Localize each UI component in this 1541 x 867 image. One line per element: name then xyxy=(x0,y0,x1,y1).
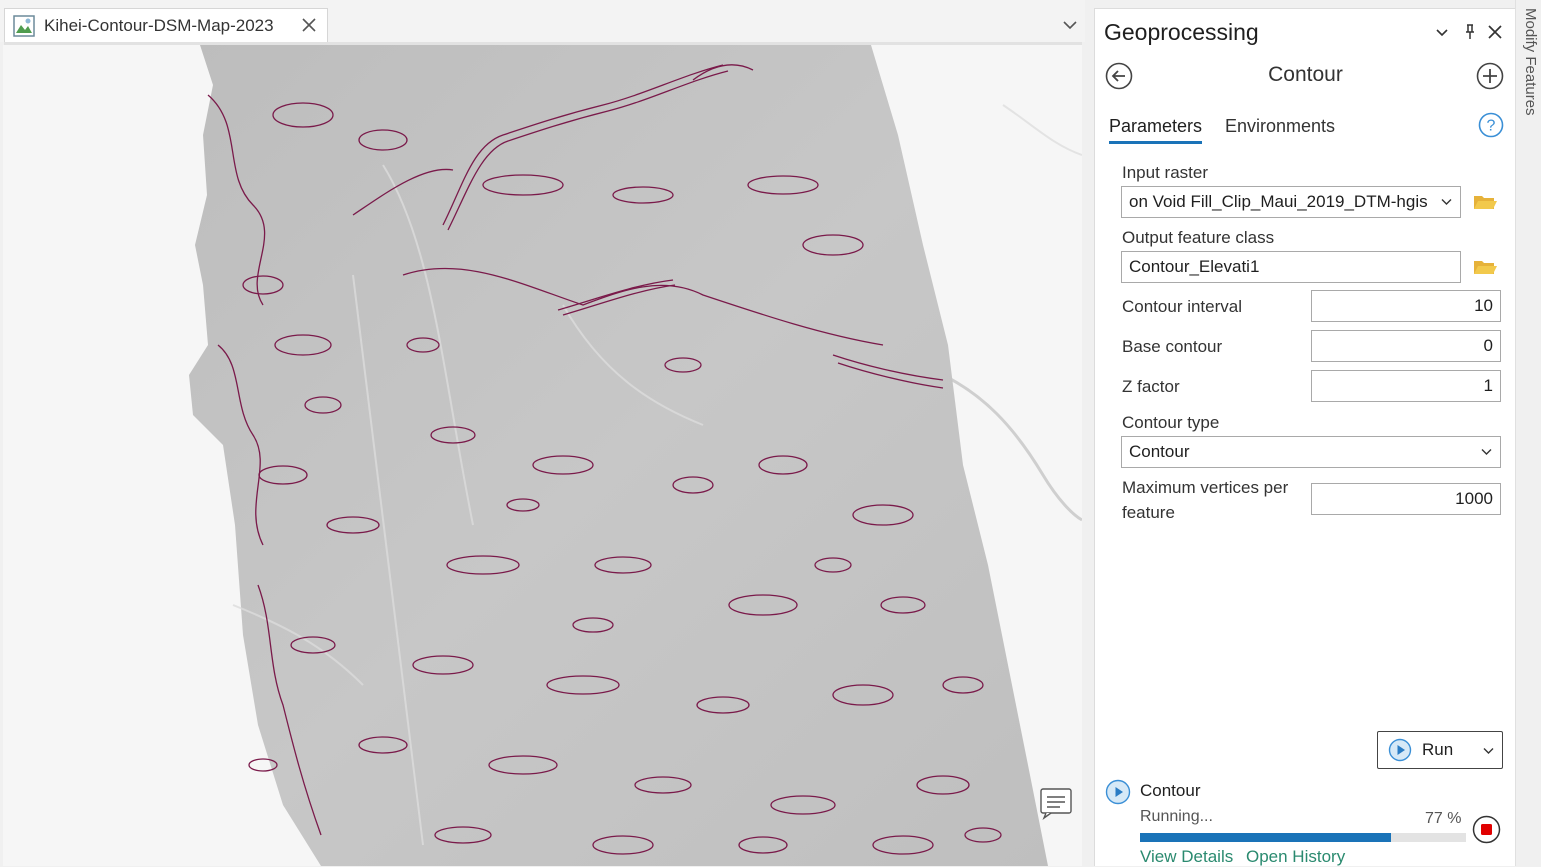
output-feature-class-value: Contour_Elevati1 xyxy=(1129,257,1260,276)
contour-interval-label: Contour interval xyxy=(1122,297,1243,316)
pin-icon[interactable] xyxy=(1461,23,1479,41)
open-history-link[interactable]: Open History xyxy=(1246,847,1345,867)
add-to-favorites-icon[interactable] xyxy=(1475,61,1505,91)
contour-interval-input[interactable]: 10 xyxy=(1311,290,1501,322)
base-contour-label: Base contour xyxy=(1122,337,1223,356)
input-raster-value: on Void Fill_Clip_Maui_2019_DTM-hgis xyxy=(1129,192,1428,211)
geoprocessing-pane: Geoprocessing Contour Parameters Environ… xyxy=(1094,8,1515,866)
max-vertices-label-line1: Maximum vertices per xyxy=(1122,478,1289,497)
svg-text:?: ? xyxy=(1487,118,1496,135)
map-canvas[interactable] xyxy=(3,45,1082,866)
progress-bar-fill xyxy=(1140,833,1392,842)
side-dock-strip: Modify Features xyxy=(1515,0,1541,866)
run-label: Run xyxy=(1422,740,1454,759)
help-icon[interactable]: ? xyxy=(1478,112,1504,138)
map-pane: Kihei-Contour-DSM-Map-2023 xyxy=(0,0,1085,866)
output-feature-class-input[interactable]: Contour_Elevati1 xyxy=(1121,251,1461,283)
map-rendering xyxy=(3,45,1082,866)
tab-environments[interactable]: Environments xyxy=(1225,116,1335,137)
view-details-link[interactable]: View Details xyxy=(1140,847,1233,867)
job-percent: 77 % xyxy=(1425,810,1462,827)
max-vertices-value: 1000 xyxy=(1455,489,1493,508)
map-tab-title: Kihei-Contour-DSM-Map-2023 xyxy=(44,15,274,35)
run-options-chevron-icon[interactable] xyxy=(1483,747,1494,755)
max-vertices-input[interactable]: 1000 xyxy=(1311,483,1501,515)
map-view-tab[interactable]: Kihei-Contour-DSM-Map-2023 xyxy=(4,8,328,42)
base-contour-input[interactable]: 0 xyxy=(1311,330,1501,362)
close-tab-icon[interactable] xyxy=(299,15,319,35)
run-play-icon xyxy=(1388,738,1412,762)
tab-parameters[interactable]: Parameters xyxy=(1109,116,1203,144)
map-tips-icon[interactable] xyxy=(1038,786,1074,820)
close-pane-icon[interactable] xyxy=(1486,23,1504,41)
browse-folder-icon[interactable] xyxy=(1472,256,1498,278)
z-factor-label: Z factor xyxy=(1122,377,1180,396)
stop-icon[interactable] xyxy=(1472,815,1501,844)
tool-name: Contour xyxy=(1268,63,1343,86)
chevron-down-icon xyxy=(1441,199,1452,205)
pane-options-chevron-icon[interactable] xyxy=(1433,23,1451,41)
contour-type-value: Contour xyxy=(1129,442,1190,461)
output-feature-class-label: Output feature class xyxy=(1122,228,1275,247)
z-factor-input[interactable]: 1 xyxy=(1311,370,1501,402)
progress-bar xyxy=(1140,833,1466,842)
side-tab-modify-features[interactable]: Modify Features xyxy=(1522,8,1539,116)
run-button[interactable]: Run xyxy=(1377,731,1503,769)
contour-interval-value: 10 xyxy=(1474,296,1493,315)
job-status: Running... xyxy=(1140,808,1213,825)
job-tool-name: Contour xyxy=(1140,781,1201,800)
input-raster-select[interactable]: on Void Fill_Clip_Maui_2019_DTM-hgis xyxy=(1121,186,1461,218)
base-contour-value: 0 xyxy=(1483,336,1493,355)
contour-type-select[interactable]: Contour xyxy=(1121,436,1501,468)
map-icon xyxy=(13,14,35,37)
z-factor-value: 1 xyxy=(1483,376,1493,395)
input-raster-label: Input raster xyxy=(1122,163,1208,182)
browse-folder-icon[interactable] xyxy=(1472,191,1498,213)
chevron-down-icon xyxy=(1481,449,1492,455)
tab-overflow-chevron-icon[interactable] xyxy=(1062,18,1078,32)
tool-run-icon[interactable] xyxy=(1105,779,1131,805)
document-tab-strip: Kihei-Contour-DSM-Map-2023 xyxy=(0,0,1085,42)
contour-type-label: Contour type xyxy=(1122,413,1220,432)
pane-title: Geoprocessing xyxy=(1104,19,1259,45)
max-vertices-label-line2: feature xyxy=(1122,503,1175,522)
